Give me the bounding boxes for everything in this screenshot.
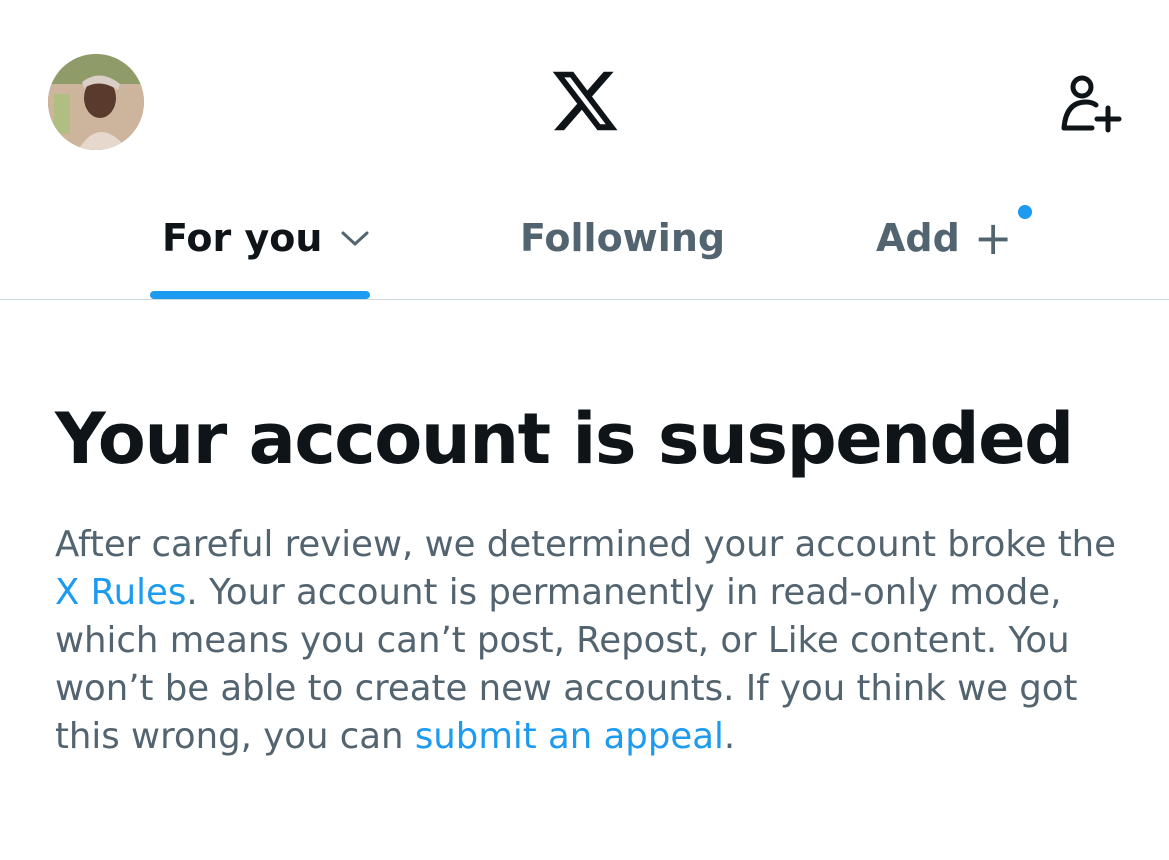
message-text-1: After careful review, we determined your…: [55, 524, 1117, 565]
x-logo-icon[interactable]: [548, 65, 622, 137]
suspended-page: For you Following Add + Your account is …: [0, 0, 1169, 860]
timeline-tabs: For you Following Add +: [0, 190, 1169, 300]
tab-for-you-label: For you: [162, 216, 323, 260]
tabs-divider: [0, 299, 1169, 300]
active-tab-indicator: [150, 291, 370, 299]
suspension-message: After careful review, we determined your…: [55, 521, 1135, 761]
notification-dot: [1018, 205, 1032, 219]
suspension-title: Your account is suspended: [55, 398, 1074, 480]
x-rules-link[interactable]: X Rules: [55, 572, 186, 613]
avatar-image: [48, 54, 144, 150]
add-person-icon[interactable]: [1058, 70, 1122, 134]
tab-following-label: Following: [520, 216, 726, 260]
tab-following[interactable]: Following: [520, 208, 725, 268]
plus-icon: +: [973, 211, 1013, 265]
tab-for-you[interactable]: For you: [162, 208, 370, 268]
tab-add-label: Add: [876, 216, 960, 260]
tab-add[interactable]: Add +: [876, 208, 1012, 268]
chevron-down-icon[interactable]: [340, 228, 370, 248]
message-text-3: .: [723, 716, 736, 757]
profile-avatar[interactable]: [48, 54, 144, 150]
submit-appeal-link[interactable]: submit an appeal: [415, 716, 724, 757]
